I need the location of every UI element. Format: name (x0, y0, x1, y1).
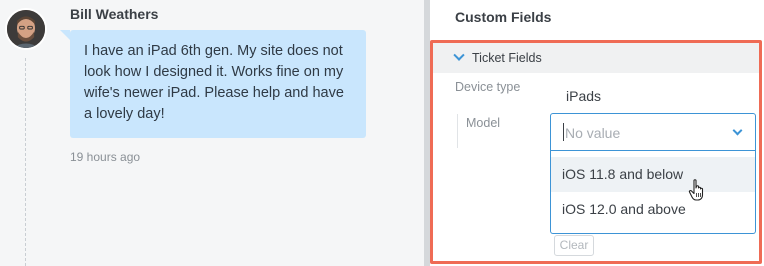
message-timestamp: 19 hours ago (70, 150, 141, 164)
conversation-pane: Bill Weathers I have an iPad 6th gen. My… (0, 0, 424, 266)
timeline-connector (25, 58, 26, 266)
section-label[interactable]: Ticket Fields (472, 51, 542, 65)
custom-fields-panel: Custom Fields Ticket Fields Device type … (430, 0, 764, 266)
avatar[interactable] (5, 8, 47, 50)
model-label: Model (466, 116, 501, 130)
device-type-label: Device type (455, 80, 521, 94)
message-bubble: I have an iPad 6th gen. My site does not… (60, 30, 366, 138)
avatar-portrait-icon (7, 10, 45, 48)
clear-button[interactable]: Clear (554, 235, 594, 256)
chevron-down-icon[interactable] (732, 125, 743, 136)
model-select[interactable]: No value (550, 113, 756, 151)
model-option[interactable]: iOS 12.0 and above (551, 192, 755, 227)
text-caret (563, 123, 564, 141)
panel-title: Custom Fields (455, 9, 552, 25)
message-author: Bill Weathers (70, 6, 159, 22)
pointer-hand-cursor-icon (688, 179, 704, 201)
device-type-value[interactable]: iPads (566, 88, 601, 104)
model-dropdown-menu: iOS 11.8 and below iOS 12.0 and above (550, 151, 756, 234)
model-placeholder: No value (565, 125, 621, 141)
model-option[interactable]: iOS 11.8 and below (551, 157, 755, 192)
field-rule (457, 114, 458, 148)
